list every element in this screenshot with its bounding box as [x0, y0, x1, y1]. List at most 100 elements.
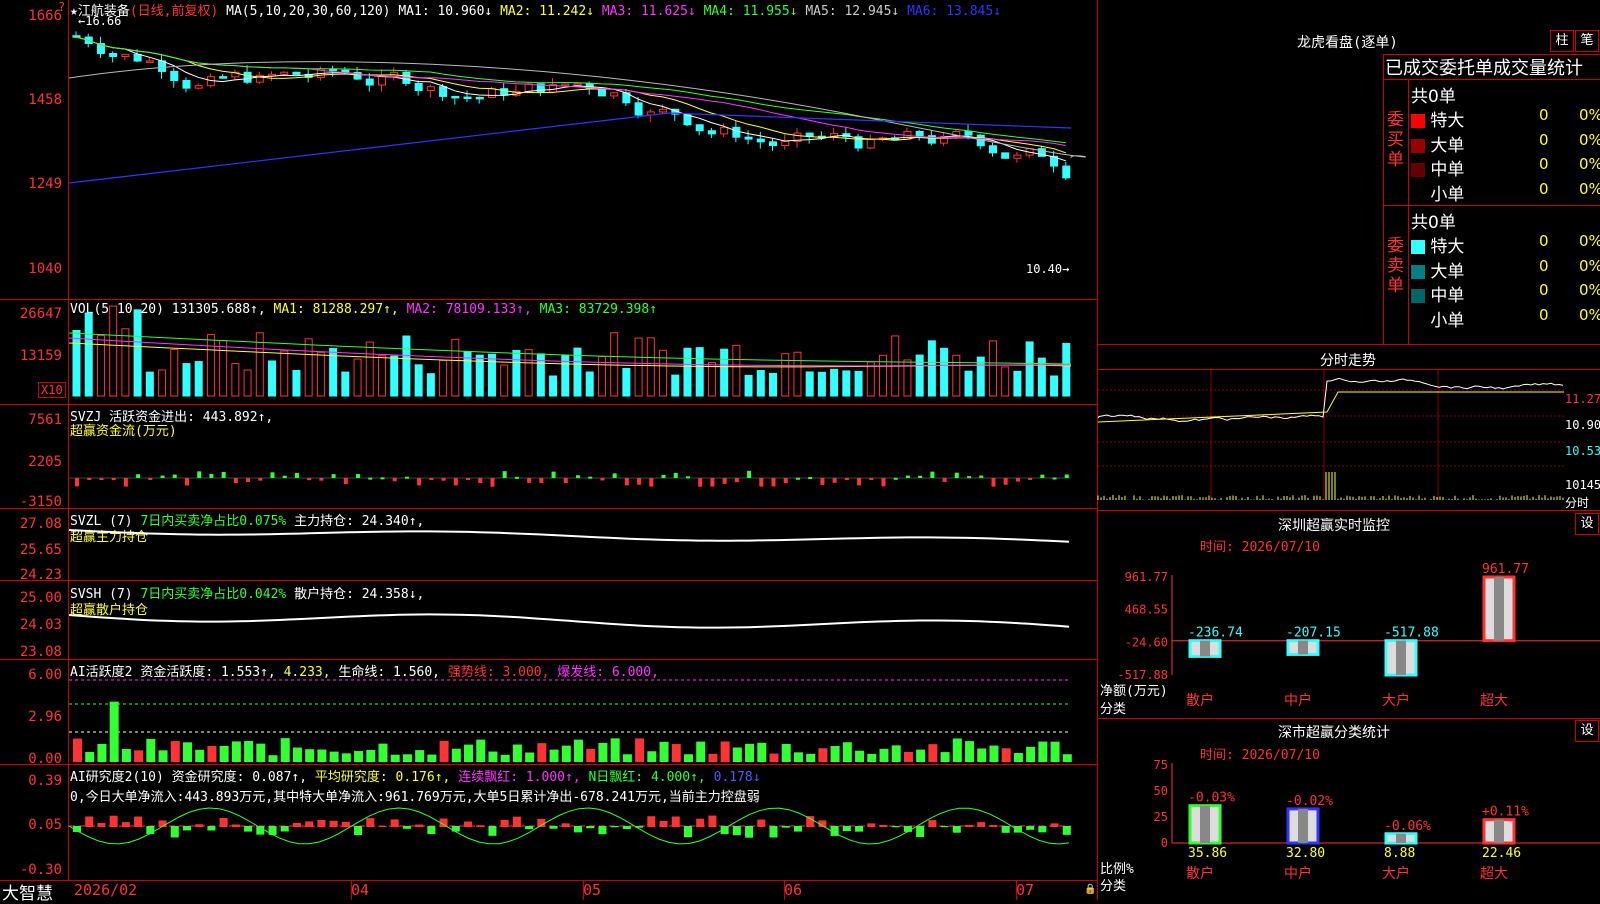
activity-bar — [231, 741, 241, 762]
candle-body — [170, 70, 179, 82]
research-bar — [879, 825, 888, 827]
candle-body — [634, 102, 643, 116]
buy-row-3[interactable]: 中单 0 0% — [1411, 155, 1600, 180]
svzj-bar — [1064, 474, 1069, 478]
research-bar — [732, 826, 741, 836]
buy-row-1[interactable]: 特大 0 0% — [1411, 106, 1600, 131]
research-bar — [671, 816, 680, 827]
svzj-bar — [490, 478, 495, 487]
buy-pct-2: 0% — [1579, 130, 1600, 149]
volume-bar — [1050, 375, 1059, 397]
sell-row-1[interactable]: 特大 0 0% — [1411, 232, 1600, 257]
research-bar — [647, 816, 656, 827]
activity-bar — [781, 743, 791, 762]
research-bar — [745, 826, 754, 838]
svzj-bar — [820, 478, 825, 485]
research-bar — [280, 826, 289, 832]
tick-view-button[interactable]: 笔 — [1575, 30, 1599, 52]
aires-axis-2: 0.05 — [28, 817, 62, 833]
candle-body — [133, 53, 142, 62]
volume-bar — [964, 370, 973, 397]
volume-bar — [634, 337, 643, 397]
svzj-bar — [356, 474, 361, 478]
svzj-chart[interactable] — [69, 420, 1097, 508]
classify-settings-button[interactable]: 设 — [1575, 720, 1599, 742]
sell-row-3[interactable]: 中单 0 0% — [1411, 281, 1600, 306]
activity-bar — [451, 748, 461, 762]
fenshi-top-line — [1097, 344, 1600, 345]
volume-bar — [206, 334, 215, 397]
candle-body — [365, 78, 374, 86]
buy-row-4[interactable]: 小单 0 0% — [1411, 180, 1600, 205]
svzj-bar — [1040, 474, 1045, 478]
lock-icon[interactable]: 🔒 — [1084, 884, 1096, 895]
bar-category-4: 超大 — [1480, 693, 1508, 709]
activity-bar — [378, 743, 388, 762]
vol-ma2: MA2: 78109.133↑, — [406, 302, 532, 317]
app-logo[interactable]: 大智慧 — [2, 879, 53, 904]
vol-ma3: MA3: 83729.398↑ — [539, 302, 658, 317]
svzl-chart[interactable] — [68, 510, 1097, 580]
svzj-bar — [197, 471, 202, 478]
research-bar — [292, 822, 301, 827]
buy-row-2[interactable]: 大单 0 0% — [1411, 131, 1600, 156]
price-chart[interactable] — [68, 18, 1097, 298]
activity-bar — [586, 748, 596, 762]
sell-label-4: 小单 — [1425, 310, 1465, 331]
candle-body — [915, 130, 924, 137]
candle-body — [988, 145, 997, 154]
svzj-axis-2: 2205 — [28, 454, 62, 470]
sell-row-2[interactable]: 大单 0 0% — [1411, 257, 1600, 282]
svzj-bar — [404, 476, 409, 479]
volume-bar — [500, 364, 509, 397]
candle-body — [573, 83, 582, 86]
research-bar — [488, 826, 497, 836]
sell-row-4[interactable]: 小单 0 0% — [1411, 306, 1600, 331]
research-bar — [574, 826, 582, 833]
classify-chart[interactable]: 75 50 25 0 -0.03% 散户 -0.02% 中户 -0.06% 大户 +0.11% 超大 3… — [1100, 758, 1600, 900]
buy-side-label: 委买单 — [1387, 110, 1404, 170]
bar-value-label-1: -236.74 — [1188, 626, 1243, 641]
volume-chart[interactable] — [68, 305, 1097, 404]
column-view-button[interactable]: 柱 — [1550, 30, 1574, 52]
activity-bar — [305, 749, 315, 762]
research-bar — [427, 826, 436, 834]
svzj-bar — [307, 478, 312, 481]
monitor-chart[interactable]: 961.77 468.55 -24.60 -517.88 -236.74 散户 -207.1… — [1100, 555, 1600, 720]
svsh-chart[interactable] — [68, 583, 1097, 659]
bar-inner-3 — [1396, 640, 1406, 675]
chart-mode[interactable]: (日线,前复权) — [130, 4, 218, 19]
divider-price-vol — [0, 299, 1097, 300]
ai-activity-chart[interactable] — [69, 676, 1097, 764]
candle-body — [781, 140, 790, 147]
research-bar — [305, 821, 314, 827]
research-bar — [109, 815, 118, 827]
buy-swatch-1 — [1411, 114, 1425, 128]
volume-bar — [695, 347, 704, 397]
divider-aiact-aires — [0, 764, 1097, 765]
svzj-bar — [771, 478, 776, 487]
research-bar — [708, 815, 717, 827]
svzj-bar — [808, 477, 813, 480]
volume-bar — [842, 370, 851, 397]
aires-axis-3: -0.30 — [19, 862, 62, 878]
ma6-line — [68, 112, 1072, 184]
svzj-bar — [661, 474, 666, 478]
activity-bar — [989, 745, 999, 762]
volume-bar — [683, 347, 692, 397]
volume-bar — [512, 349, 521, 397]
buy-pct-1: 0% — [1579, 106, 1600, 124]
intraday-chart[interactable] — [1097, 370, 1564, 508]
svzj-bar — [539, 478, 544, 483]
divider-svzj-svzl — [0, 508, 1097, 509]
activity-bar — [1001, 748, 1011, 762]
activity-bar — [977, 748, 987, 762]
activity-bar — [500, 754, 510, 762]
ai-research-chart[interactable] — [68, 790, 1097, 880]
fenshi-axis-4: 10145 — [1565, 478, 1600, 492]
svzj-bar — [1015, 478, 1020, 482]
bar-axis-label: 961.77 — [1125, 570, 1168, 584]
research-bar — [1001, 826, 1010, 833]
research-bar — [207, 826, 216, 831]
monitor-settings-button[interactable]: 设 — [1575, 513, 1599, 535]
